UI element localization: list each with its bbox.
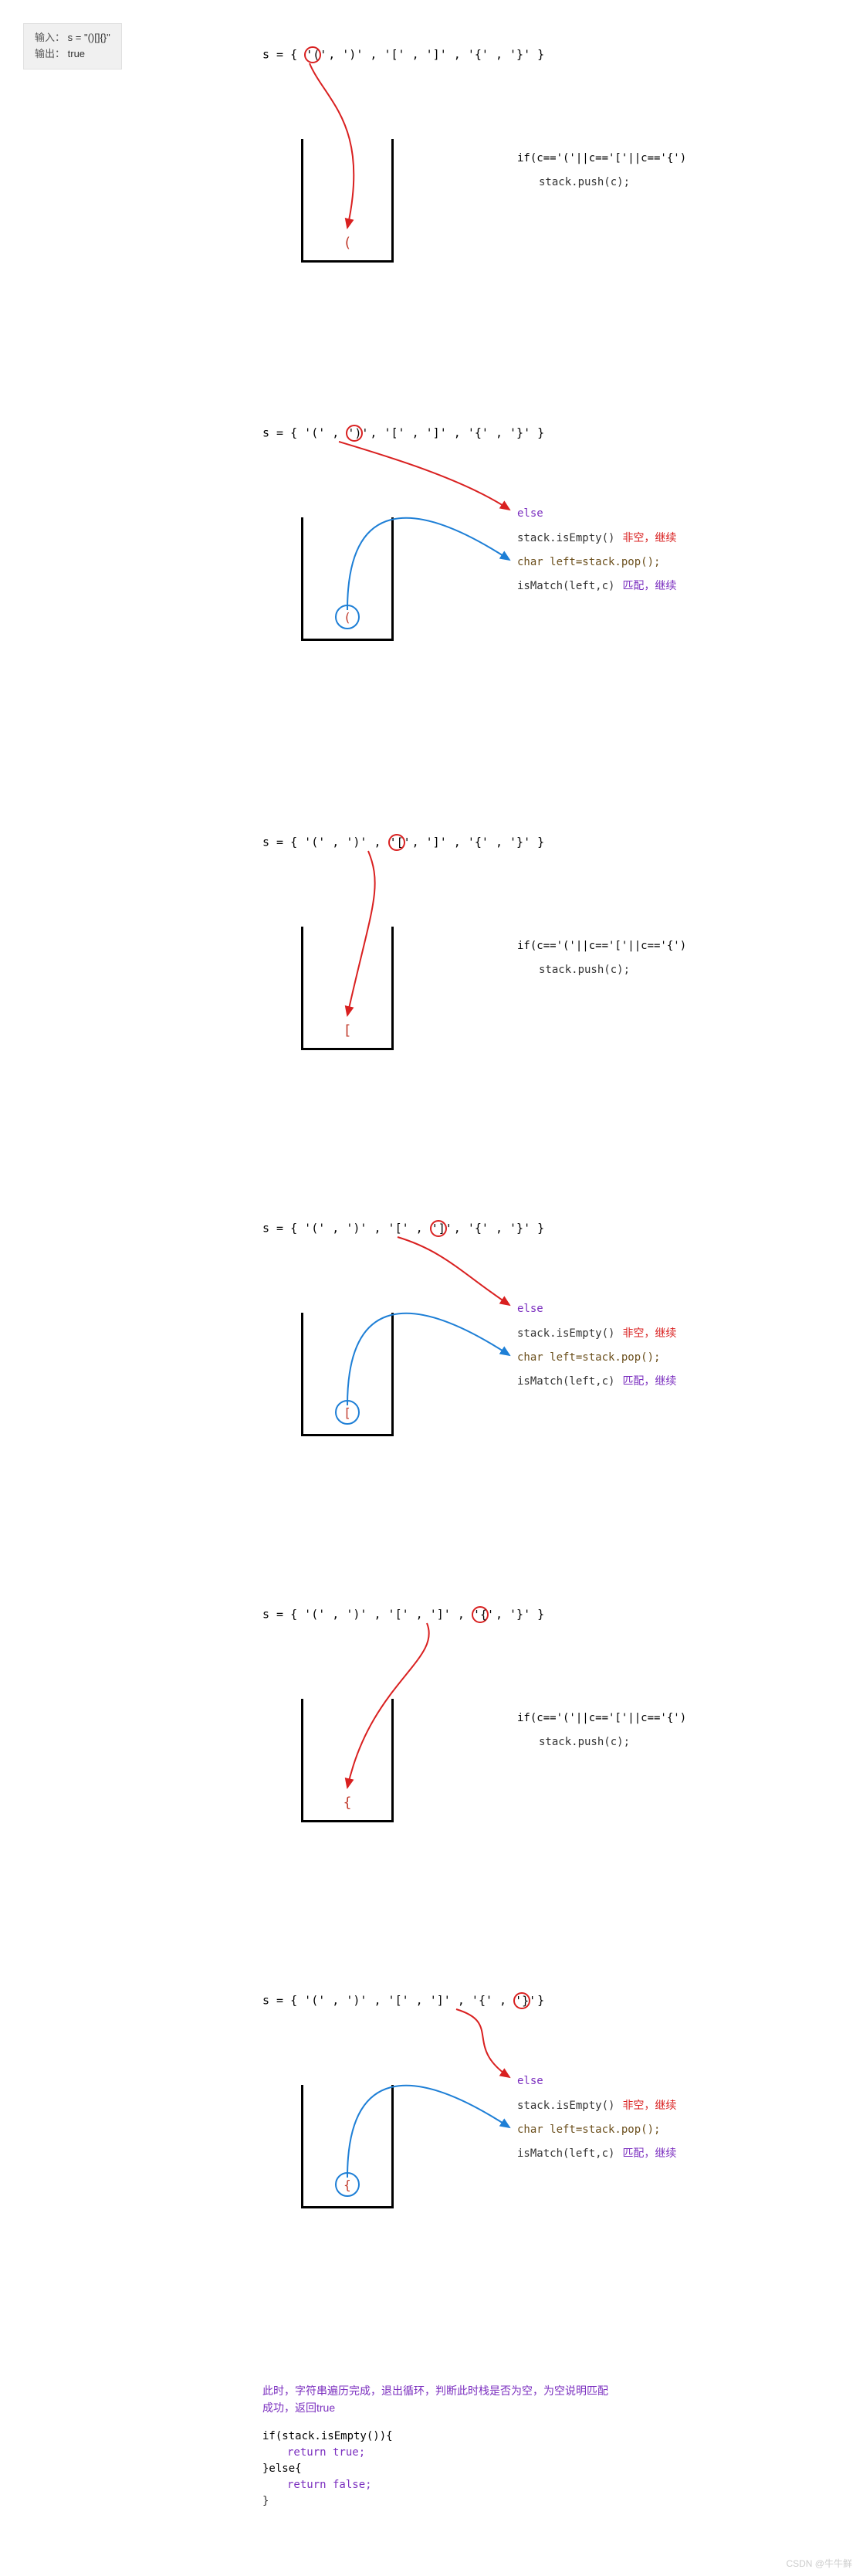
step-1: s = { '(' , ')' , '[' , ']' , '{' , '}' … [131,425,841,442]
if-line: if(c=='('||c=='['||c=='{') [517,940,686,952]
highlighted-token: '[' [388,834,405,851]
ann-match: 匹配，继续 [622,1374,676,1387]
step-4: s = { '(' , ')' , '[' , ']' , '{' , '}' … [131,1606,841,1623]
input-value: s = "()[]{}" [68,32,110,43]
step-2: s = { '(' , ')' , '[' , ']' , '{' , '}' … [131,834,841,851]
step-header: s = { '(' , ')' , '[' , ']' , '{' , '}' … [262,1992,841,2009]
stack-char: ( [344,235,352,251]
arrow-overlay [131,425,841,672]
push-line: stack.push(c); [539,176,630,188]
stack-char-circled: ( [335,605,360,629]
if-line: if(c=='('||c=='['||c=='{') [517,1712,686,1724]
final-summary: 此时，字符串遍历完成，退出循环，判断此时栈是否为空，为空说明匹配成功，返回tru… [262,2382,618,2417]
final-l1: if(stack.isEmpty()){ [262,2430,393,2442]
stack-container: ( [301,139,394,263]
step-header: s = { '(' , ')' , '[' , ']' , '{' , '}' … [262,834,841,851]
code-block: else stack.isEmpty() 非空，继续 char left=stack.… [517,2069,676,2166]
final-l4: return false; [287,2479,372,2491]
ann-nonempty: 非空，继续 [622,1327,676,1339]
arrow-overlay [131,1606,841,1853]
ann-nonempty: 非空，继续 [622,2099,676,2111]
branch-arrow [339,442,509,510]
else-line: else [517,1303,543,1315]
highlighted-token: ']' [430,1220,447,1237]
input-label: 输入： [35,32,65,43]
ann-match: 匹配，继续 [622,2147,676,2159]
stack-container: ( [301,517,394,641]
code-block: else stack.isEmpty() 非空，继续 char left=stack.… [517,502,676,598]
io-box: 输入： s = "()[]{}" 输出： true [23,23,122,69]
step-header: s = { '(' , ')' , '[' , ']' , '{' , '}' … [262,425,841,442]
push-line: stack.push(c); [539,964,630,976]
code-block: if(c=='('||c=='['||c=='{') stack.push(c); [517,1707,686,1754]
step-3: s = { '(' , ')' , '[' , ']' , '{' , '}' … [131,1220,841,1237]
final-l2: return true; [287,2446,365,2459]
isempty-line: stack.isEmpty() [517,1327,614,1340]
step-0: s = { '(' , ')' , '[' , ']' , '{' , '}' … [131,46,841,63]
ann-match: 匹配，继续 [622,579,676,591]
branch-arrow [456,2009,509,2077]
pop-line: char left=stack.pop(); [517,1351,660,1364]
arrow-overlay [131,1220,841,1467]
pop-line: char left=stack.pop(); [517,2124,660,2136]
highlighted-token: '(' [304,46,321,63]
arrow-overlay [131,834,841,1081]
stack-container: [ [301,1313,394,1436]
code-block: if(c=='('||c=='['||c=='{') stack.push(c); [517,934,686,982]
watermark: CSDN @牛牛鲜 [786,2557,852,2570]
code-block: if(c=='('||c=='['||c=='{') stack.push(c); [517,147,686,195]
stack-char-circled: [ [335,1400,360,1425]
highlighted-token: ')' [346,425,363,442]
stack-char: { [344,1795,352,1811]
else-line: else [517,2075,543,2087]
branch-arrow [398,1237,509,1305]
step-header: s = { '(' , ')' , '[' , ']' , '{' , '}' … [262,46,841,63]
ismatch-line: isMatch(left,c) [517,580,614,592]
isempty-line: stack.isEmpty() [517,2100,614,2112]
step-5: s = { '(' , ')' , '[' , ']' , '{' , '}' … [131,1992,841,2009]
stack-container: [ [301,927,394,1050]
final-code: if(stack.isEmpty()){ return true; }else{… [262,2429,393,2510]
stack-char-circled: { [335,2172,360,2197]
final-l3: }else{ [262,2462,302,2475]
stack-char: [ [344,1022,352,1039]
push-line: stack.push(c); [539,1736,630,1748]
arrow-overlay [131,1992,841,2239]
highlighted-token: '}' [513,1992,530,2009]
arrow-overlay [131,46,841,293]
output-value: true [68,48,85,59]
output-label: 输出： [35,48,65,59]
isempty-line: stack.isEmpty() [517,532,614,544]
code-block: else stack.isEmpty() 非空，继续 char left=stack.… [517,1297,676,1394]
pop-line: char left=stack.pop(); [517,556,660,568]
stack-container: { [301,2085,394,2208]
else-line: else [517,507,543,520]
ismatch-line: isMatch(left,c) [517,2147,614,2160]
step-header: s = { '(' , ')' , '[' , ']' , '{' , '}' … [262,1606,841,1623]
stack-container: { [301,1699,394,1822]
highlighted-token: '{' [472,1606,489,1623]
ann-nonempty: 非空，继续 [622,531,676,544]
ismatch-line: isMatch(left,c) [517,1375,614,1388]
if-line: if(c=='('||c=='['||c=='{') [517,152,686,164]
step-header: s = { '(' , ')' , '[' , ']' , '{' , '}' … [262,1220,841,1237]
final-l5: } [262,2495,269,2507]
